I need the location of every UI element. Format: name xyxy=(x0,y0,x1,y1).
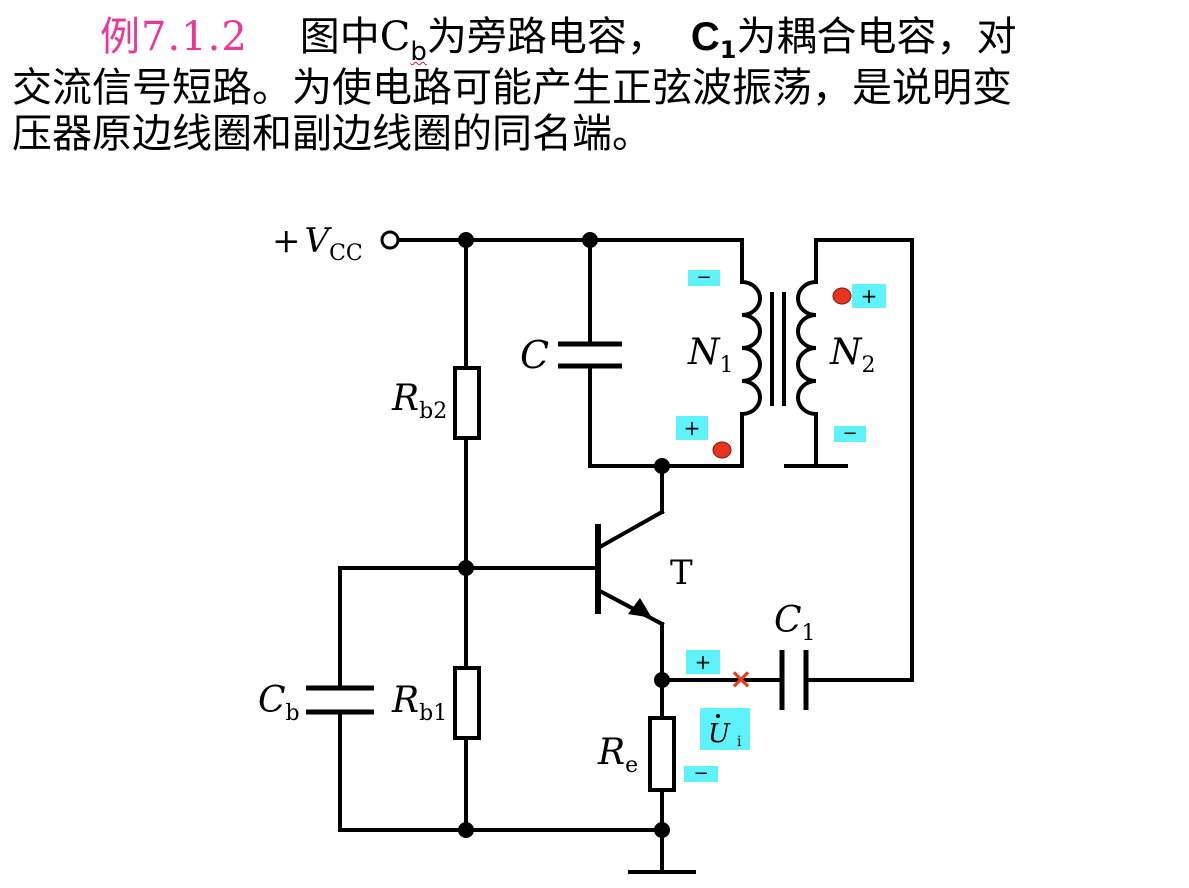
transformer-core xyxy=(770,292,786,406)
break-mark-icon: × xyxy=(729,662,752,695)
capacitor-c1-symbol xyxy=(779,650,809,710)
annotation-emitter-plus: + xyxy=(686,650,720,674)
vcc-label: + VCC xyxy=(272,221,363,266)
svg-text:−: − xyxy=(693,763,708,784)
annotation-n2-bottom: − xyxy=(834,423,866,444)
annotation-n1-bottom: + xyxy=(676,416,708,440)
capacitor-c-symbol xyxy=(558,341,622,369)
annotation-n1-top: − xyxy=(688,267,720,288)
coil-n2-symbol xyxy=(796,280,817,416)
capacitor-cb-label: Cb xyxy=(258,680,300,726)
svg-text:+: + xyxy=(695,650,712,674)
resistor-rb2-label: Rb2 xyxy=(391,378,447,424)
resistor-rb2-symbol xyxy=(453,366,481,440)
capacitor-cb-symbol xyxy=(306,685,374,715)
svg-text:+: + xyxy=(861,284,878,308)
capacitor-c-label: C xyxy=(520,333,549,377)
resistor-rb1-label: Rb1 xyxy=(391,680,447,726)
junction-dots xyxy=(458,232,670,838)
capacitor-c1-label: C1 xyxy=(774,600,816,646)
resistor-rb1-symbol xyxy=(453,666,481,740)
annotation-n2-top: + xyxy=(852,284,886,308)
coil-n1-label: N1 xyxy=(687,332,734,378)
circuit-diagram: + VCC C N1 N2 Rb2 T C1 Cb Rb1 Re − + + − … xyxy=(258,221,914,874)
svg-text:+: + xyxy=(684,416,701,440)
svg-text:−: − xyxy=(696,267,711,288)
resistor-re-symbol xyxy=(648,716,676,792)
voltage-ui-label: U i xyxy=(700,708,750,750)
coil-n1-symbol xyxy=(741,280,762,416)
svg-text:U: U xyxy=(708,719,731,749)
transistor-label: T xyxy=(670,553,693,593)
dot-marker-n1 xyxy=(712,441,732,459)
resistor-re-label: Re xyxy=(597,732,638,778)
dot-marker-n2 xyxy=(832,287,852,305)
coil-n2-label: N2 xyxy=(829,332,876,378)
svg-text:−: − xyxy=(842,423,857,444)
annotation-emitter-minus: − xyxy=(684,763,718,784)
vcc-terminal xyxy=(380,230,400,250)
svg-text:i: i xyxy=(737,734,742,750)
